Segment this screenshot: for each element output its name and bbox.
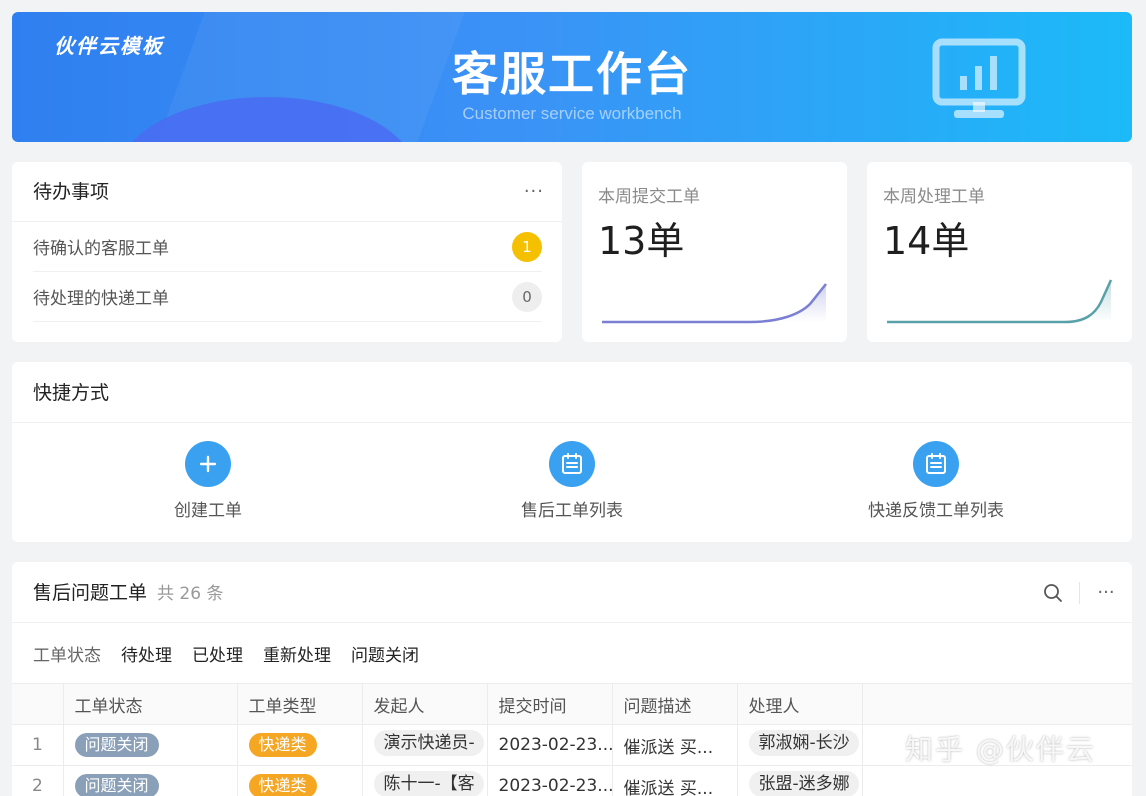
initiator-chip: 演示快递员- xyxy=(373,729,484,756)
weekly-processed-card: 本周处理工单 14单 xyxy=(867,162,1132,342)
tickets-count: 共 26 条 xyxy=(157,584,224,604)
column-header[interactable]: 发起人 xyxy=(362,683,488,725)
todo-card: 待办事项 ··· 待确认的客服工单 1 待处理的快递工单 0 xyxy=(12,162,562,342)
weekly-submitted-card: 本周提交工单 13单 xyxy=(582,162,847,342)
express-feedback-list-button[interactable]: 快递反馈工单列表 xyxy=(826,441,1046,521)
filter-option-closed[interactable]: 问题关闭 xyxy=(351,641,419,666)
status-filter-bar: 工单状态 待处理 已处理 重新处理 问题关闭 xyxy=(12,623,1132,683)
column-header[interactable]: 问题描述 xyxy=(612,683,738,725)
stat-value: 13单 xyxy=(598,219,685,263)
todo-item[interactable]: 待处理的快递工单 0 xyxy=(33,272,542,322)
description-cell: 催派送 买... xyxy=(612,724,738,766)
initiator-chip: 陈十一-【客 xyxy=(373,770,484,796)
column-header-empty xyxy=(862,683,1132,725)
row-index: 1 xyxy=(12,724,64,766)
todo-more-button[interactable]: ··· xyxy=(524,162,544,222)
create-ticket-button[interactable]: 创建工单 xyxy=(98,441,318,521)
tickets-more-button[interactable]: ··· xyxy=(1080,562,1132,623)
todo-header: 待办事项 ··· xyxy=(12,162,562,222)
column-header[interactable]: 工单类型 xyxy=(237,683,363,725)
todo-count-badge: 0 xyxy=(512,281,542,312)
filter-option-pending[interactable]: 待处理 xyxy=(121,641,172,666)
more-icon: ··· xyxy=(1097,581,1115,603)
sparkline-chart xyxy=(887,279,1113,324)
filter-label: 工单状态 xyxy=(33,645,101,666)
watermark-text: 知乎 @伙伴云 xyxy=(905,733,1096,766)
search-button[interactable] xyxy=(1027,562,1079,623)
table-row[interactable]: 2 问题关闭 快递类 陈十一-【客 2023-02-23... 催派送 买...… xyxy=(12,765,1132,796)
calendar-list-icon xyxy=(549,441,595,487)
monitor-chart-icon xyxy=(932,38,1026,118)
after-sales-list-button[interactable]: 售后工单列表 xyxy=(462,441,682,521)
column-header[interactable]: 工单状态 xyxy=(63,683,238,725)
type-tag: 快递类 xyxy=(248,774,317,796)
stat-label: 本周提交工单 xyxy=(598,187,700,207)
description-cell: 催派送 买... xyxy=(612,765,738,796)
quick-links-card: 快捷方式 创建工单 售后工单列表 快递反馈工单列表 xyxy=(12,362,1132,542)
status-tag: 问题关闭 xyxy=(74,774,159,796)
type-tag: 快递类 xyxy=(248,733,317,757)
calendar-list-icon xyxy=(913,441,959,487)
quick-links-header: 快捷方式 xyxy=(12,362,1132,423)
column-header[interactable]: 处理人 xyxy=(737,683,863,725)
quick-link-label: 快递反馈工单列表 xyxy=(868,501,1004,521)
handler-chip: 郭淑娴-长沙 xyxy=(748,729,859,756)
sparkline-chart xyxy=(602,283,827,324)
column-header-index xyxy=(12,683,64,725)
submit-time-cell: 2023-02-23... xyxy=(487,765,613,796)
tickets-header: 售后问题工单共 26 条 ··· xyxy=(12,562,1132,623)
column-header[interactable]: 提交时间 xyxy=(487,683,613,725)
todo-count-badge: 1 xyxy=(512,231,542,262)
submit-time-cell: 2023-02-23... xyxy=(487,724,613,766)
quick-link-label: 售后工单列表 xyxy=(521,501,623,521)
header-banner: 伙伴云模板 客服工作台 Customer service workbench xyxy=(12,12,1132,142)
plus-icon xyxy=(185,441,231,487)
filter-option-processed[interactable]: 已处理 xyxy=(192,641,243,666)
todo-item[interactable]: 待确认的客服工单 1 xyxy=(33,222,542,272)
filter-option-reprocess[interactable]: 重新处理 xyxy=(263,641,331,666)
stat-label: 本周处理工单 xyxy=(883,187,985,207)
todo-item-label: 待处理的快递工单 xyxy=(33,289,169,309)
status-tag: 问题关闭 xyxy=(74,733,159,757)
row-index: 2 xyxy=(12,765,64,796)
tickets-title: 售后问题工单 xyxy=(33,582,148,604)
empty-cell xyxy=(862,765,1132,796)
table-header-row: 工单状态 工单类型 发起人 提交时间 问题描述 处理人 xyxy=(12,683,1132,725)
handler-chip: 张盟-迷多娜 xyxy=(748,770,859,796)
quick-link-label: 创建工单 xyxy=(174,501,242,521)
search-icon xyxy=(1044,583,1062,602)
todo-title: 待办事项 xyxy=(33,181,110,203)
stat-value: 14单 xyxy=(883,219,970,263)
todo-item-label: 待确认的客服工单 xyxy=(33,239,169,259)
